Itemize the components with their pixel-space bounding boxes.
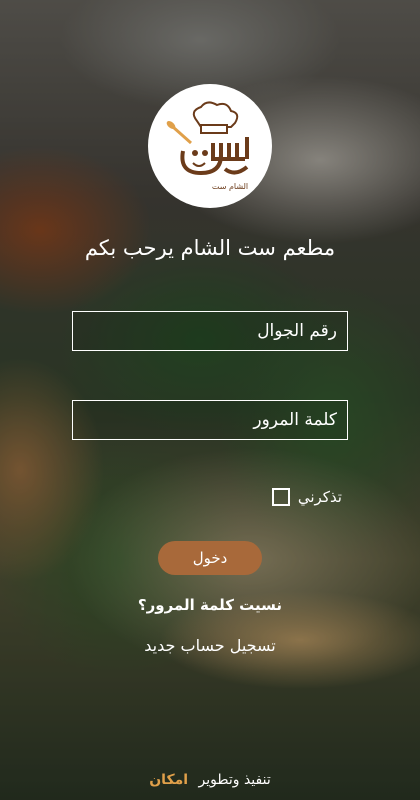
phone-field[interactable]: [72, 311, 348, 351]
password-input[interactable]: [73, 401, 347, 439]
svg-text:الشام ست: الشام ست: [212, 182, 248, 191]
footer-credit: تنفيذ وتطوير امكان: [0, 772, 420, 788]
footer-brand[interactable]: امكان: [149, 772, 188, 788]
welcome-title: مطعم ست الشام يرحب بكم: [84, 236, 336, 260]
remember-label: تذكرني: [297, 488, 342, 506]
phone-input[interactable]: [73, 312, 347, 350]
remember-me[interactable]: تذكرني: [271, 488, 342, 506]
footer-prefix: تنفيذ وتطوير: [198, 772, 271, 788]
remember-checkbox[interactable]: [271, 488, 290, 506]
login-button[interactable]: دخول: [158, 541, 262, 575]
password-field[interactable]: [72, 400, 348, 440]
chef-hat-logo-icon: الشام ست: [166, 101, 249, 191]
forgot-password-link[interactable]: نسيت كلمة المرور؟: [0, 596, 420, 614]
register-link[interactable]: تسجيل حساب جديد: [0, 636, 420, 655]
restaurant-logo: الشام ست: [148, 84, 272, 208]
